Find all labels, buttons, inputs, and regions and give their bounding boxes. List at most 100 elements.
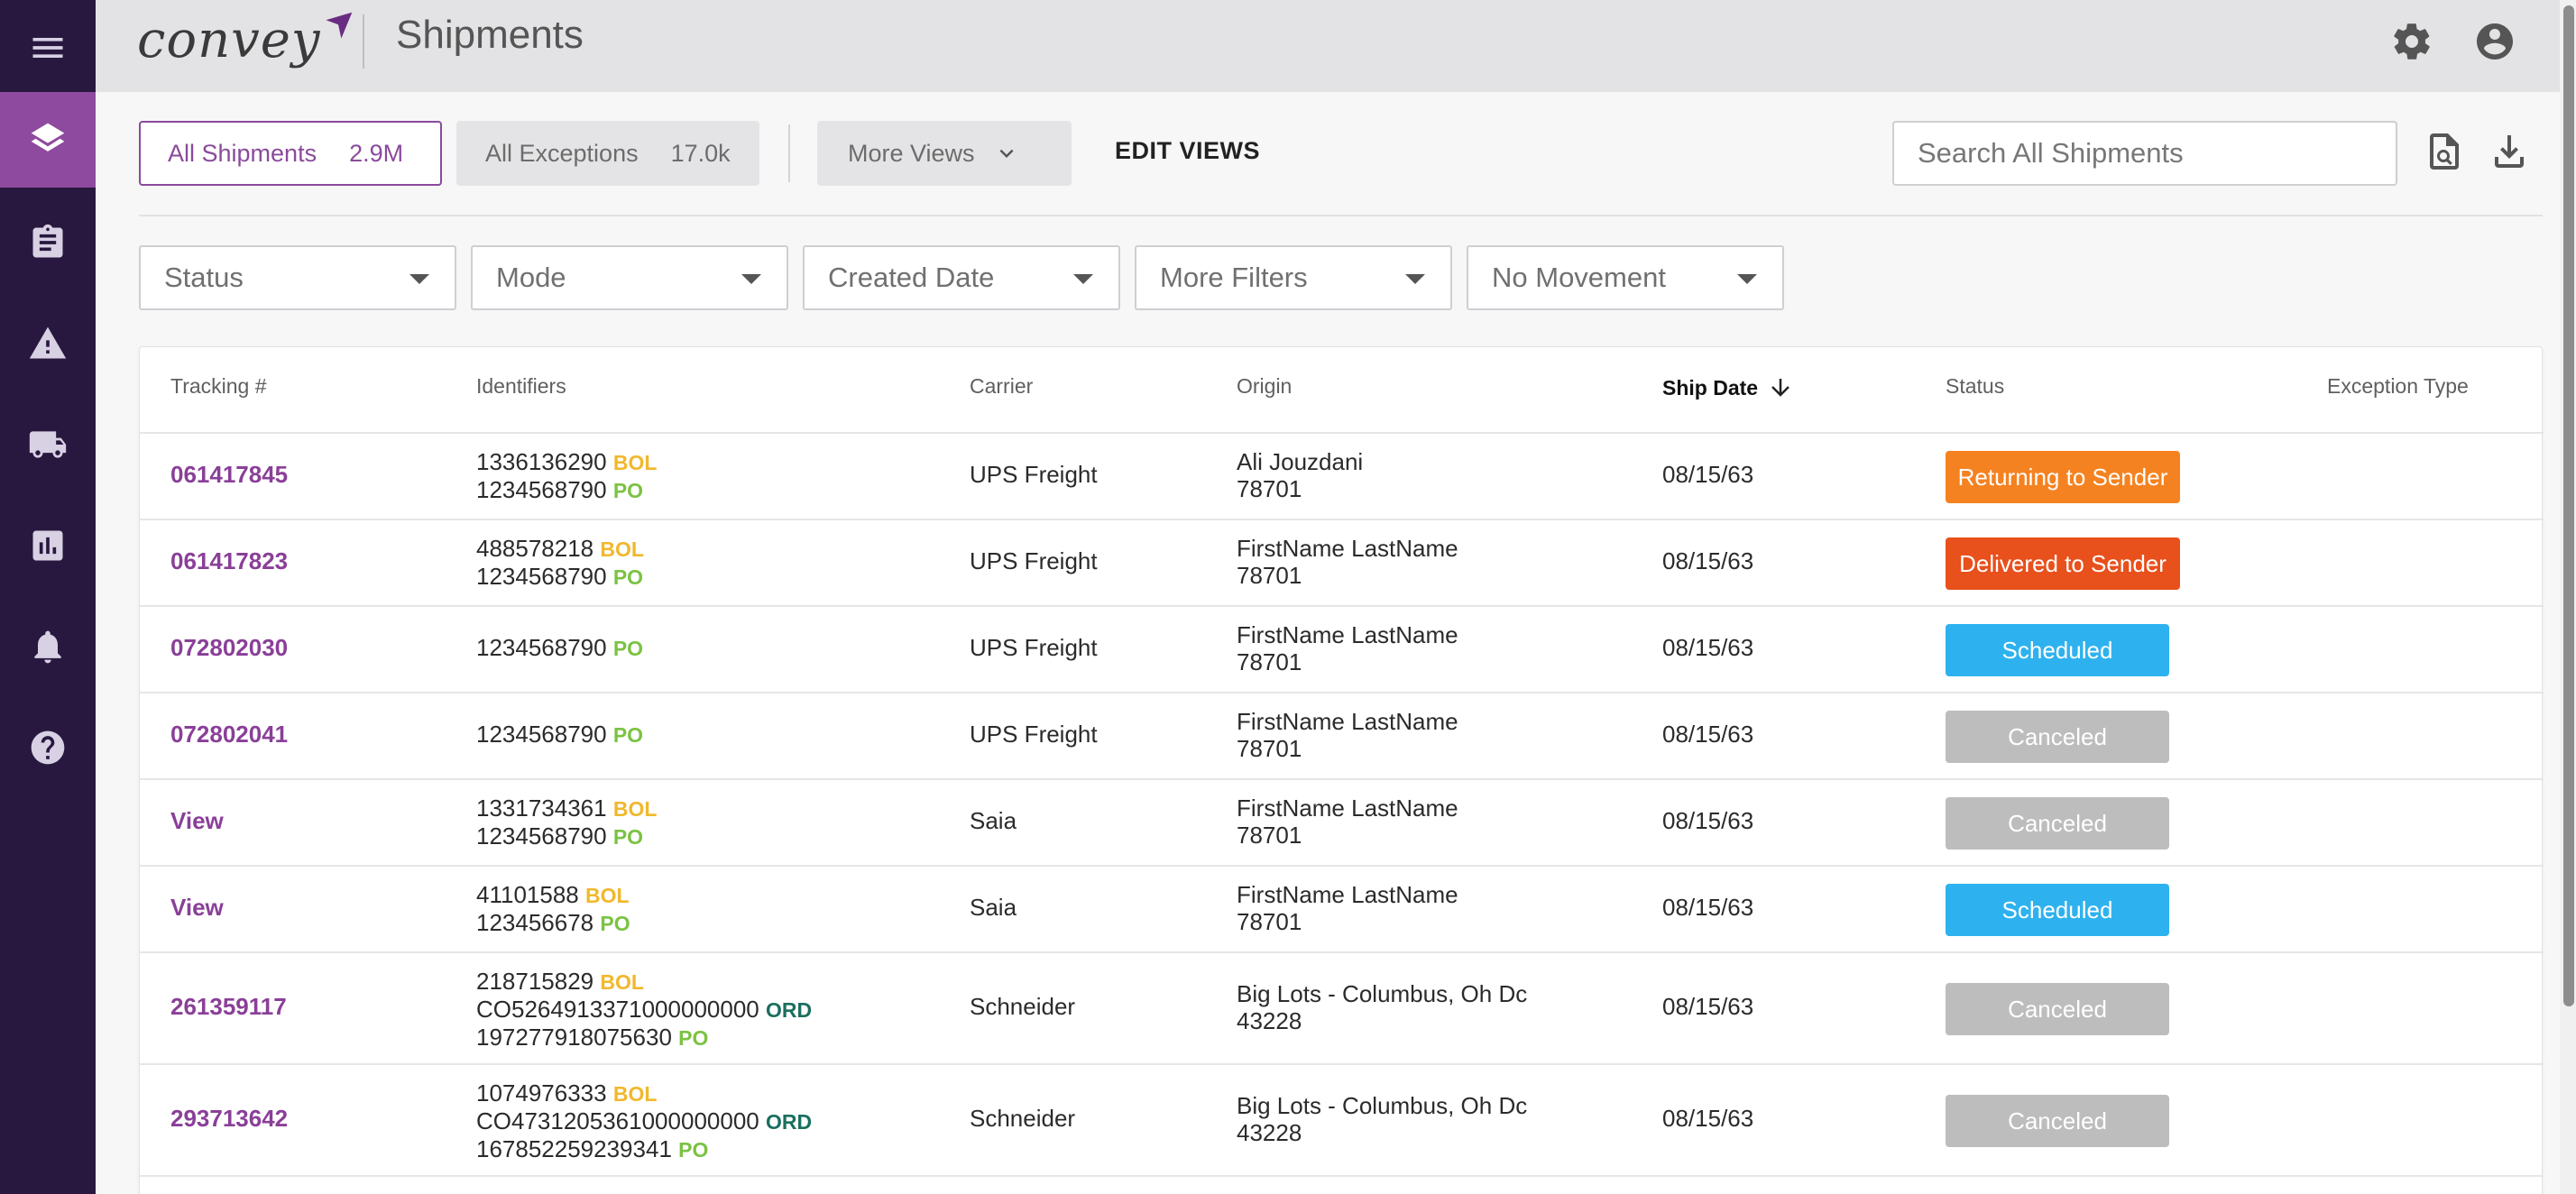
identifiers-cell: 1074976333 BOL CO4731205361000000000 ORD… [476, 1079, 812, 1163]
identifier-line: 123456678 PO [476, 909, 630, 937]
more-views-dropdown[interactable]: More Views [817, 121, 1072, 186]
identifier-value: 1074976333 [476, 1079, 607, 1107]
tracking-link[interactable]: View [170, 894, 224, 921]
more-views-label: More Views [848, 139, 975, 167]
identifier-value: 167852259239341 [476, 1135, 672, 1162]
download-button[interactable] [2488, 130, 2531, 173]
table-row[interactable]: View 1331734361 BOL 1234568790 PO Saia F… [140, 778, 2544, 865]
tracking-link[interactable]: 261359117 [170, 993, 287, 1020]
status-badge: Canceled [1946, 797, 2169, 850]
identifier-line: 218715829 BOL [476, 968, 812, 996]
filter-status[interactable]: Status [139, 245, 456, 310]
column-header-identifiers[interactable]: Identifiers [476, 374, 566, 399]
tracking-link[interactable]: View [170, 807, 224, 834]
status-badge: Returning to Sender [1946, 451, 2180, 503]
tracking-link[interactable]: 293713642 [170, 1105, 288, 1132]
filter-more-filters[interactable]: More Filters [1135, 245, 1452, 310]
filter-label: More Filters [1160, 262, 1308, 293]
caret-down-icon [1073, 274, 1093, 284]
identifier-value: 123456678 [476, 909, 594, 936]
warning-icon [29, 326, 67, 359]
identifiers-cell: 488578218 BOL 1234568790 PO [476, 535, 644, 591]
table-row[interactable]: 261359117 218715829 BOL CO52649133710000… [140, 951, 2544, 1063]
ship-date-cell: 08/15/63 [1662, 721, 1754, 748]
identifier-line: 197277918075630 PO [476, 1024, 812, 1052]
carrier-cell: Saia [970, 894, 1017, 921]
filter-mode[interactable]: Mode [471, 245, 788, 310]
column-header-origin[interactable]: Origin [1237, 374, 1292, 399]
column-header-exception-type[interactable]: Exception Type [2327, 374, 2469, 399]
sidebar-item-carriers[interactable] [0, 397, 96, 492]
view-all-shipments[interactable]: All Shipments 2.9M [139, 121, 442, 186]
filter-label: No Movement [1492, 262, 1666, 293]
status-badge: Canceled [1946, 711, 2169, 763]
carrier-cell: Schneider [970, 1105, 1076, 1132]
caret-down-icon [1737, 274, 1757, 284]
identifier-tag: PO [612, 825, 644, 849]
identifier-tag: PO [612, 565, 644, 589]
identifier-line: 1234568790 PO [476, 476, 657, 504]
carrier-cell: UPS Freight [970, 461, 1098, 488]
table-row[interactable]: View 41101588 BOL 123456678 PO Saia Firs… [140, 865, 2544, 951]
identifier-line: 167852259239341 PO [476, 1135, 812, 1163]
identifier-line: 1074976333 BOL [476, 1079, 812, 1107]
filter-no-movement[interactable]: No Movement [1467, 245, 1784, 310]
identifier-tag: BOL [612, 797, 658, 821]
ship-date-cell: 08/15/63 [1662, 547, 1754, 574]
identifier-tag: PO [600, 912, 630, 935]
truck-icon [29, 431, 67, 458]
tracking-link[interactable]: 072802030 [170, 634, 288, 661]
table-row[interactable]: 061417845 1336136290 BOL 1234568790 PO U… [140, 432, 2544, 519]
top-header: convey Shipments [96, 0, 2560, 92]
origin-cell: FirstName LastName 78701 [1237, 881, 1458, 935]
shipments-table: Tracking # Identifiers Carrier Origin Sh… [139, 346, 2544, 1194]
sidebar-item-notifications[interactable] [0, 599, 96, 694]
origin-zip: 78701 [1237, 735, 1302, 762]
sidebar-item-exceptions[interactable] [0, 296, 96, 391]
tracking-link[interactable]: 061417823 [170, 547, 288, 574]
ship-date-cell: 08/15/63 [1662, 634, 1754, 661]
origin-name: Ali Jouzdani [1237, 448, 1364, 475]
identifier-line: 1331734361 BOL [476, 794, 657, 822]
table-row[interactable]: 061417823 488578218 BOL 1234568790 PO UP… [140, 519, 2544, 605]
convey-logo[interactable]: convey [137, 5, 354, 74]
tracking-link[interactable]: 072802041 [170, 721, 288, 748]
origin-zip: 43228 [1237, 1007, 1302, 1034]
sidebar-item-analytics[interactable] [0, 498, 96, 593]
status-badge: Canceled [1946, 1095, 2169, 1147]
view-all-exceptions[interactable]: All Exceptions 17.0k [456, 121, 759, 186]
search-document-button[interactable] [2423, 130, 2466, 173]
column-header-carrier[interactable]: Carrier [970, 374, 1033, 399]
sidebar-item-help[interactable] [0, 700, 96, 795]
edit-views-button[interactable]: EDIT VIEWS [1115, 137, 1260, 165]
column-header-tracking[interactable]: Tracking # [170, 374, 267, 399]
filter-created-date[interactable]: Created Date [803, 245, 1120, 310]
sidebar-item-shipments[interactable] [0, 92, 96, 188]
table-row[interactable]: 072802030 1234568790 PO UPS Freight Firs… [140, 605, 2544, 692]
sidebar [0, 0, 96, 1194]
sidebar-menu-button[interactable] [0, 0, 96, 96]
origin-zip: 78701 [1237, 562, 1302, 589]
status-badge: Canceled [1946, 983, 2169, 1035]
carrier-cell: UPS Freight [970, 721, 1098, 748]
search-input[interactable] [1892, 121, 2397, 186]
caret-down-icon [409, 274, 429, 284]
column-header-ship-date[interactable]: Ship Date [1662, 374, 1794, 401]
identifier-tag: PO [612, 479, 644, 502]
origin-cell: FirstName LastName 78701 [1237, 794, 1458, 849]
page-scrollbar-thumb[interactable] [2563, 5, 2574, 1006]
table-row[interactable] [140, 1175, 2544, 1194]
ship-date-label: Ship Date [1662, 375, 1759, 400]
identifier-value: 1234568790 [476, 822, 607, 850]
table-row[interactable]: 293713642 1074976333 BOL CO4731205361000… [140, 1063, 2544, 1175]
sidebar-item-clipboard[interactable] [0, 195, 96, 290]
identifier-tag: BOL [600, 970, 644, 994]
identifier-line: 1234568790 PO [476, 563, 644, 591]
origin-zip: 43228 [1237, 1119, 1302, 1146]
column-header-status[interactable]: Status [1946, 374, 2004, 399]
table-row[interactable]: 072802041 1234568790 PO UPS Freight Firs… [140, 692, 2544, 778]
tracking-link[interactable]: 061417845 [170, 461, 288, 488]
settings-button[interactable] [2390, 20, 2433, 63]
identifier-line: 41101588 BOL [476, 881, 630, 909]
account-button[interactable] [2473, 20, 2516, 63]
